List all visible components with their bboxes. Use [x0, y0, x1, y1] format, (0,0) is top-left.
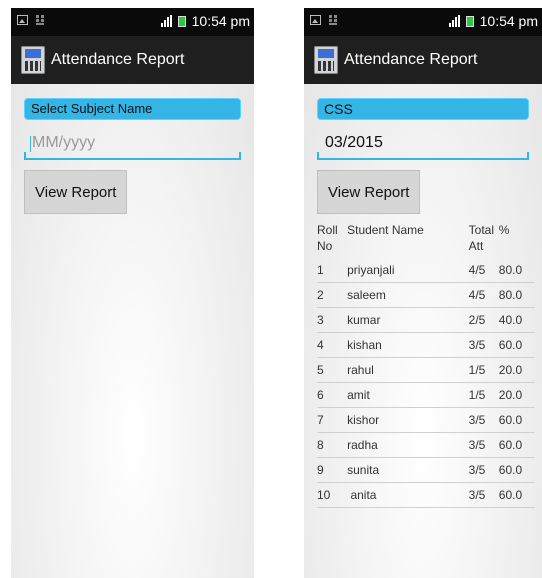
roll-cell: 1: [317, 258, 348, 283]
roll-cell: 5: [317, 357, 348, 383]
phone-app-icon[interactable]: [314, 46, 338, 74]
percent-cell: 60.0: [498, 432, 535, 458]
name-cell: kishan: [347, 332, 469, 358]
roll-cell: 4: [317, 332, 348, 358]
sim-icon: [36, 15, 44, 25]
action-bar: Attendance Report: [304, 36, 542, 84]
att-cell: 3/5: [468, 482, 499, 508]
table-row: 4 kishan 3/5 60.0: [317, 332, 535, 358]
image-notification-icon: [17, 15, 28, 25]
name-cell: anita: [347, 482, 469, 508]
att-cell: 3/5: [468, 332, 499, 358]
percent-cell: 20.0: [498, 382, 535, 408]
att-cell: 4/5: [468, 258, 499, 283]
text-cursor: [30, 136, 31, 152]
roll-cell: 10: [317, 482, 348, 508]
signal-icon: [160, 15, 172, 27]
subject-spinner[interactable]: Select Subject Name: [24, 98, 241, 120]
roll-cell: 7: [317, 407, 348, 433]
subject-spinner[interactable]: CSS: [317, 98, 529, 120]
table-row: 3 kumar 2/5 40.0: [317, 307, 535, 333]
table-row: 8 radha 3/5 60.0: [317, 432, 535, 458]
att-cell: 1/5: [468, 357, 499, 383]
status-bar: 10:54 pm: [304, 8, 542, 36]
table-row: 6 amit 1/5 20.0: [317, 382, 535, 408]
header-percent: %: [498, 223, 510, 237]
percent-cell: 40.0: [498, 307, 535, 333]
image-notification-icon: [310, 15, 321, 25]
view-report-button[interactable]: View Report: [317, 170, 421, 214]
month-year-input[interactable]: 03/2015: [317, 128, 529, 160]
attendance-table: Roll No Student Name Total Att % 1 priyan…: [317, 222, 535, 508]
month-year-placeholder: MM/yyyy: [32, 134, 96, 151]
battery-icon: [465, 15, 474, 27]
roll-cell: 6: [317, 382, 348, 408]
percent-cell: 80.0: [498, 258, 535, 283]
att-cell: 3/5: [468, 407, 499, 433]
battery-icon: [177, 15, 186, 27]
app-title: Attendance Report: [344, 51, 478, 68]
roll-cell: 2: [317, 282, 348, 308]
percent-cell: 20.0: [498, 357, 535, 383]
att-cell: 4/5: [468, 282, 499, 308]
header-roll-no: Roll No: [317, 223, 338, 253]
att-cell: 3/5: [468, 457, 499, 483]
header-student-name: Student Name: [347, 223, 424, 237]
table-row: 10 anita 3/5 60.0: [317, 482, 535, 508]
month-year-input[interactable]: MM/yyyy: [24, 128, 241, 160]
table-row: 1 priyanjali 4/5 80.0: [317, 258, 535, 283]
table-row: 5 rahul 1/5 20.0: [317, 357, 535, 383]
month-year-value: 03/2015: [325, 134, 383, 151]
name-cell: radha: [347, 432, 469, 458]
action-bar: Attendance Report: [11, 36, 254, 84]
roll-cell: 8: [317, 432, 348, 458]
app-title: Attendance Report: [51, 51, 185, 68]
att-cell: 2/5: [468, 307, 499, 333]
percent-cell: 60.0: [498, 457, 535, 483]
phone-screen-right: 10:54 pm Attendance Report CSS 03/2015 V…: [304, 8, 542, 578]
att-cell: 3/5: [468, 432, 499, 458]
percent-cell: 60.0: [498, 482, 535, 508]
table-row: 2 saleem 4/5 80.0: [317, 282, 535, 308]
signal-icon: [448, 15, 460, 27]
header-total-att: Total Att: [468, 223, 495, 253]
percent-cell: 60.0: [498, 407, 535, 433]
name-cell: kumar: [347, 307, 469, 333]
sim-icon: [329, 15, 337, 25]
table-row: 7 kishor 3/5 60.0: [317, 407, 535, 433]
clock: 10:54 pm: [479, 13, 538, 29]
clock: 10:54 pm: [191, 13, 250, 29]
view-report-button[interactable]: View Report: [24, 170, 128, 214]
name-cell: rahul: [347, 357, 469, 383]
roll-cell: 9: [317, 457, 348, 483]
name-cell: priyanjali: [347, 258, 469, 283]
phone-screen-left: 10:54 pm Attendance Report Select Subjec…: [11, 8, 254, 578]
roll-cell: 3: [317, 307, 348, 333]
phone-app-icon[interactable]: [21, 46, 45, 74]
table-header-row: Roll No Student Name Total Att %: [317, 222, 535, 258]
name-cell: kishor: [347, 407, 469, 433]
name-cell: saleem: [347, 282, 469, 308]
percent-cell: 80.0: [498, 282, 535, 308]
name-cell: amit: [347, 382, 469, 408]
percent-cell: 60.0: [498, 332, 535, 358]
att-cell: 1/5: [468, 382, 499, 408]
name-cell: sunita: [347, 457, 469, 483]
status-bar: 10:54 pm: [11, 8, 254, 36]
table-row: 9 sunita 3/5 60.0: [317, 457, 535, 483]
